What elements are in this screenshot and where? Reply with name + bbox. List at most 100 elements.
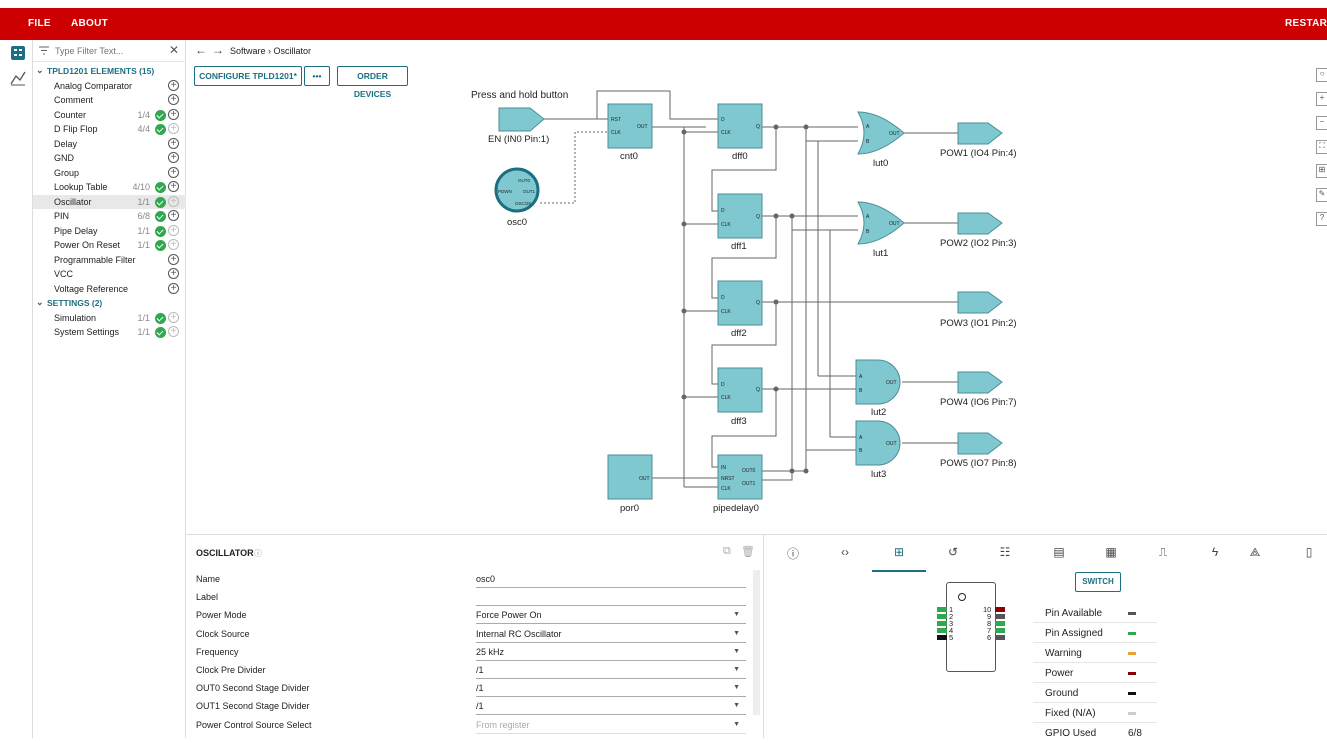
lut2-block[interactable]: A B OUT [855, 359, 901, 405]
forward-arrow-icon[interactable]: → [212, 43, 224, 57]
dff2-block[interactable]: D CLK Q [717, 280, 763, 326]
help-icon[interactable]: ? [1316, 212, 1327, 226]
chevron-down-icon[interactable]: ▼ [733, 630, 740, 637]
property-value[interactable]: /1 ▼ [476, 701, 746, 716]
tab-info-icon[interactable]: ⓘ [784, 545, 802, 563]
collapse-caret-icon[interactable]: ⌄ [36, 65, 44, 76]
waveform-view-icon[interactable] [10, 70, 26, 86]
property-value[interactable]: Internal RC Oscillator ▼ [476, 629, 746, 643]
tree-header-settings[interactable]: ⌄ SETTINGS (2) [33, 296, 186, 311]
chip-pin[interactable] [995, 607, 1005, 612]
pow3-output-pin[interactable] [957, 291, 1003, 314]
tab-network-icon[interactable]: ⟁ [1246, 545, 1264, 563]
dff0-block[interactable]: D CLK Q [717, 103, 763, 149]
tab-code-icon[interactable]: ‹› [836, 545, 854, 563]
tree-item[interactable]: Delay + [33, 137, 186, 152]
tree-item[interactable]: Power On Reset 1/1 + [33, 238, 186, 253]
add-icon[interactable]: + [168, 311, 179, 323]
menu-file[interactable]: FILE [28, 18, 51, 29]
info-icon[interactable]: ⓘ [254, 548, 262, 559]
osc0-block[interactable]: PDWN OUT0 OUT1 OSC/25 [494, 167, 540, 213]
chip-pin[interactable] [937, 635, 947, 640]
menu-about[interactable]: ABOUT [71, 18, 108, 29]
add-icon[interactable]: + [168, 123, 179, 134]
tree-item[interactable]: Pipe Delay 1/1 + [33, 224, 186, 239]
property-value[interactable] [476, 592, 746, 607]
edit-icon[interactable]: ✎ [1316, 188, 1327, 202]
schematic-view-icon[interactable] [10, 45, 26, 61]
pipedelay0-block[interactable]: IN NRST CLK OUT0 OUT1 [717, 454, 763, 500]
tree-item[interactable]: Programmable Filter + [33, 253, 186, 268]
tree-item[interactable]: System Settings 1/1 + [33, 325, 186, 340]
chip-pin[interactable] [937, 607, 947, 612]
add-icon[interactable]: + [168, 239, 179, 250]
tree-item[interactable]: Counter 1/4 + [33, 108, 186, 123]
tab-power-icon[interactable]: ϟ [1206, 545, 1224, 563]
tab-ic-icon[interactable]: ▦ [1102, 545, 1120, 563]
add-icon[interactable]: + [168, 108, 179, 120]
add-icon[interactable]: + [168, 326, 179, 337]
add-icon[interactable]: + [168, 282, 179, 294]
chevron-down-icon[interactable]: ▼ [733, 648, 740, 655]
chip-pin[interactable] [995, 628, 1005, 633]
tree-item[interactable]: Analog Comparator + [33, 79, 186, 94]
tree-item[interactable]: Oscillator 1/1 + [33, 194, 186, 209]
add-icon[interactable]: + [168, 79, 179, 91]
add-icon[interactable]: + [168, 268, 179, 279]
pow2-output-pin[interactable] [957, 212, 1003, 235]
cnt0-block[interactable]: RST CLK OUT [607, 103, 653, 149]
tree-item[interactable]: Simulation 1/1 + [33, 311, 186, 326]
tab-settings-icon[interactable]: ☷ [996, 545, 1014, 563]
chevron-down-icon[interactable]: ▼ [733, 702, 740, 709]
tree-item[interactable]: D Flip Flop 4/4 + [33, 122, 186, 137]
search-icon[interactable]: ○ [1316, 68, 1327, 82]
add-icon[interactable]: + [168, 181, 179, 192]
add-icon[interactable]: + [168, 253, 179, 265]
property-value[interactable]: /1 ▼ [476, 665, 746, 679]
property-value[interactable]: osc0 [476, 574, 746, 588]
layout-icon[interactable]: ⊞ [1316, 164, 1327, 178]
tree-item[interactable]: Lookup Table 4/10 + [33, 180, 186, 195]
lut0-block[interactable]: A B OUT [857, 111, 905, 155]
property-value[interactable]: From register ▼ [476, 720, 746, 734]
collapse-caret-icon[interactable]: ⌄ [36, 297, 44, 308]
chip-pin[interactable] [995, 621, 1005, 626]
tab-history-icon[interactable]: ↺ [944, 545, 962, 563]
add-icon[interactable]: + [168, 166, 179, 178]
tree-item[interactable]: PIN 6/8 + [33, 209, 186, 224]
chip-pin[interactable] [937, 628, 947, 633]
tree-item[interactable]: GND + [33, 151, 186, 166]
properties-scrollbar[interactable] [753, 570, 760, 715]
tab-waveform-icon[interactable]: ⎍ [1154, 545, 1172, 563]
dff1-block[interactable]: D CLK Q [717, 193, 763, 239]
tree-header-elements[interactable]: ⌄ TPLD1201 ELEMENTS (15) [33, 64, 186, 79]
chevron-down-icon[interactable]: ▼ [733, 721, 740, 728]
add-icon[interactable]: + [168, 94, 179, 105]
pow4-output-pin[interactable] [957, 371, 1003, 394]
tab-document-icon[interactable]: ▤ [1050, 545, 1068, 563]
chip-pin[interactable] [995, 614, 1005, 619]
add-icon[interactable]: + [168, 224, 179, 236]
add-icon[interactable]: + [168, 210, 179, 221]
property-value[interactable]: 25 kHz ▼ [476, 647, 746, 661]
chevron-down-icon[interactable]: ▼ [733, 611, 740, 618]
filter-input[interactable] [55, 44, 165, 58]
pow1-output-pin[interactable] [957, 122, 1003, 145]
por0-block[interactable]: OUT [607, 454, 653, 500]
dff3-block[interactable]: D CLK Q [717, 367, 763, 413]
zoom-out-icon[interactable]: − [1316, 116, 1327, 130]
tree-item[interactable]: VCC + [33, 267, 186, 282]
schematic-canvas[interactable]: Press and hold button EN (IN0 Pin:1) RST… [186, 62, 1327, 532]
chevron-down-icon[interactable]: ▼ [733, 666, 740, 673]
chip-pin[interactable] [937, 621, 947, 626]
delete-icon[interactable]: 🗑 [741, 545, 755, 558]
tree-item[interactable]: Voltage Reference + [33, 282, 186, 297]
tab-chip-icon[interactable]: ⊞ [890, 545, 908, 563]
add-icon[interactable]: + [168, 137, 179, 149]
tab-panel-icon[interactable]: ▯ [1300, 545, 1318, 563]
chevron-down-icon[interactable]: ▼ [733, 684, 740, 691]
restart-button[interactable]: RESTART [1285, 18, 1327, 29]
copy-icon[interactable]: ⧉ [723, 545, 731, 558]
pow5-output-pin[interactable] [957, 432, 1003, 455]
tree-item[interactable]: Group + [33, 166, 186, 181]
